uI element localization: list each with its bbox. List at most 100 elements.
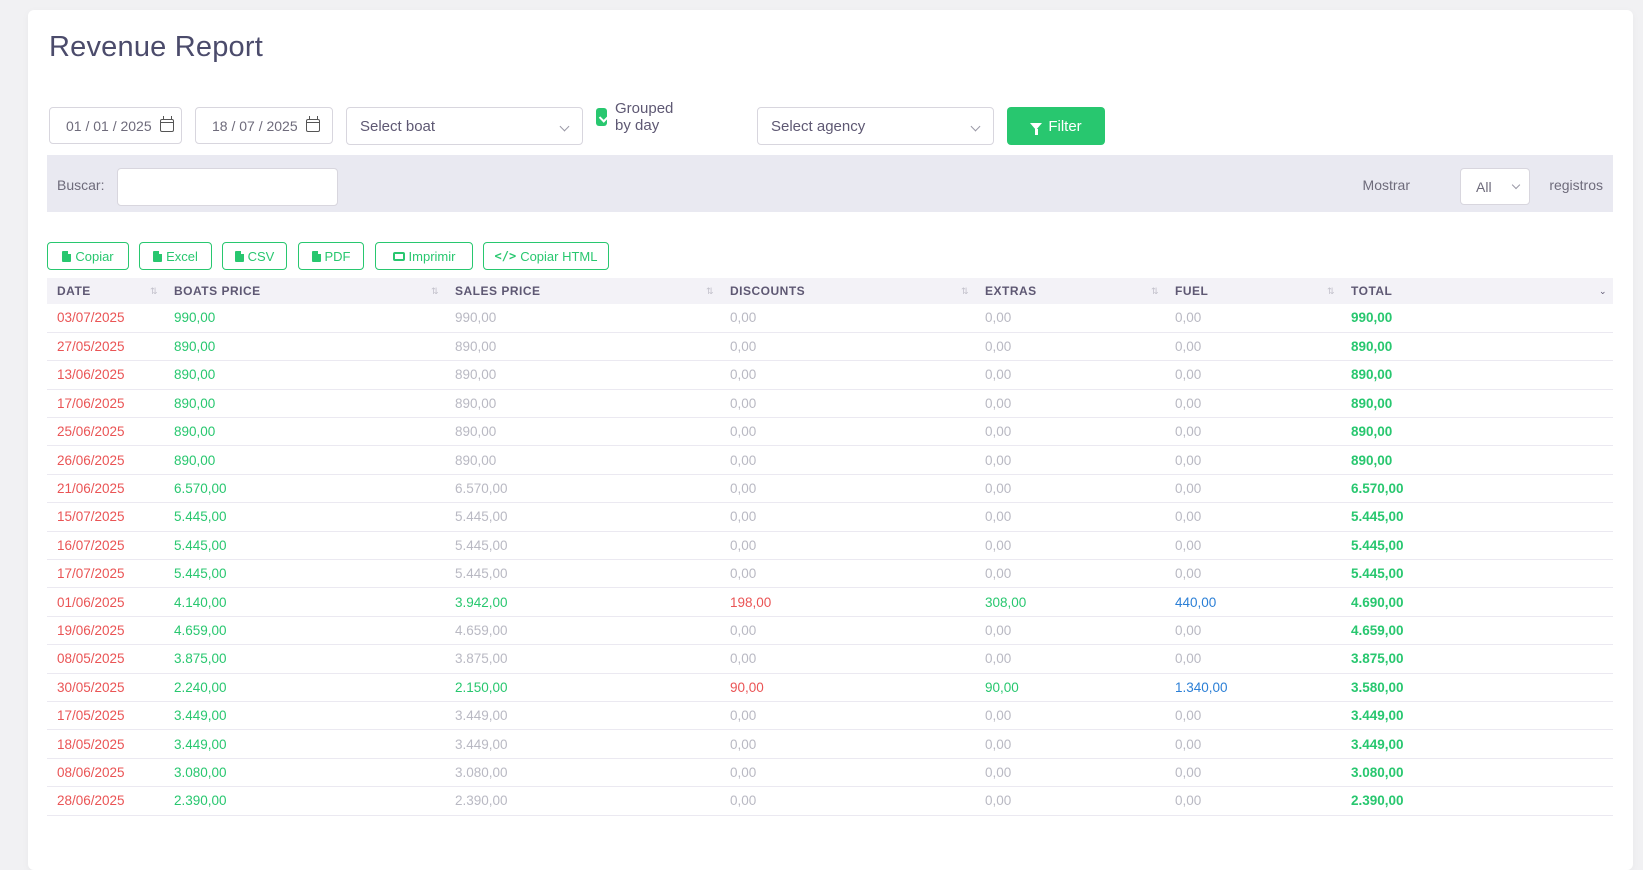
copy-icon [62, 250, 72, 262]
cell-fuel: 0,00 [1165, 502, 1341, 532]
table-row: 13/06/2025 890,00 890,00 0,00 0,00 0,00 890,00 [47, 360, 1613, 390]
cell-total: 890,00 [1341, 360, 1613, 390]
copy-html-button[interactable]: </> Copiar HTML [483, 242, 609, 270]
cell-date: 15/07/2025 [47, 502, 164, 532]
table-toolbar: Buscar: Mostrar All registros [47, 155, 1613, 212]
table-row: 26/06/2025 890,00 890,00 0,00 0,00 0,00 890,00 [47, 445, 1613, 475]
cell-fuel: 0,00 [1165, 360, 1341, 390]
cell-extras: 0,00 [975, 304, 1165, 333]
cell-date: 18/05/2025 [47, 729, 164, 759]
search-input[interactable] [117, 168, 338, 206]
table-row: 19/06/2025 4.659,00 4.659,00 0,00 0,00 0,00 4.… [47, 616, 1613, 646]
cell-boats-price: 4.659,00 [164, 616, 445, 646]
sort-icon: ⇅ [960, 286, 969, 296]
table-row: 15/07/2025 5.445,00 5.445,00 0,00 0,00 0,00 5.… [47, 502, 1613, 532]
report-card: Revenue Report 01 / 01 / 2025 18 / 07 / … [28, 10, 1633, 870]
cell-boats-price: 890,00 [164, 360, 445, 390]
column-header-boats-price[interactable]: BOATS PRICE ⇅ [164, 278, 445, 304]
column-header-fuel[interactable]: FUEL ⇅ [1165, 278, 1341, 304]
table-row: 08/05/2025 3.875,00 3.875,00 0,00 0,00 0,00 3.… [47, 644, 1613, 674]
cell-sales-price: 3.449,00 [445, 729, 720, 759]
page-length-value: All [1476, 178, 1492, 195]
print-button[interactable]: Imprimir [375, 242, 473, 270]
cell-sales-price: 990,00 [445, 304, 720, 333]
column-header-discounts[interactable]: DISCOUNTS ⇅ [720, 278, 975, 304]
cell-fuel: 0,00 [1165, 474, 1341, 504]
cell-date: 08/05/2025 [47, 644, 164, 674]
cell-boats-price: 3.449,00 [164, 701, 445, 731]
cell-fuel: 1.340,00 [1165, 673, 1341, 702]
pdf-button-label: PDF [324, 248, 351, 264]
cell-sales-price: 2.390,00 [445, 786, 720, 816]
grouped-checkbox[interactable] [596, 108, 608, 126]
cell-extras: 90,00 [975, 673, 1165, 702]
cell-discounts: 0,00 [720, 644, 975, 674]
registros-label: registros [1549, 177, 1603, 193]
cell-extras: 0,00 [975, 445, 1165, 475]
table-row: 21/06/2025 6.570,00 6.570,00 0,00 0,00 0,00 6.… [47, 474, 1613, 504]
cell-sales-price: 890,00 [445, 417, 720, 447]
cell-extras: 0,00 [975, 616, 1165, 646]
table-row: 18/05/2025 3.449,00 3.449,00 0,00 0,00 0,00 3.… [47, 729, 1613, 759]
cell-fuel: 0,00 [1165, 445, 1341, 475]
header-label: TOTAL [1351, 284, 1393, 298]
cell-discounts: 0,00 [720, 531, 975, 561]
filter-button[interactable]: Filter [1007, 107, 1105, 145]
page-length-select[interactable]: All [1460, 168, 1530, 205]
cell-boats-price: 4.140,00 [164, 587, 445, 617]
sort-icon: ⇅ [705, 286, 714, 296]
cell-total: 3.080,00 [1341, 758, 1613, 788]
column-header-total[interactable]: TOTAL ⌄ [1341, 278, 1613, 304]
cell-sales-price: 6.570,00 [445, 474, 720, 504]
cell-discounts: 0,00 [720, 701, 975, 731]
column-header-date[interactable]: DATE ⇅ [47, 278, 164, 304]
cell-fuel: 0,00 [1165, 701, 1341, 731]
cell-total: 990,00 [1341, 304, 1613, 333]
cell-sales-price: 4.659,00 [445, 616, 720, 646]
cell-total: 890,00 [1341, 445, 1613, 475]
cell-total: 3.875,00 [1341, 644, 1613, 674]
sort-icon: ⇅ [1150, 286, 1159, 296]
cell-date: 30/05/2025 [47, 673, 164, 702]
cell-boats-price: 890,00 [164, 417, 445, 447]
date-from-input[interactable]: 01 / 01 / 2025 [49, 107, 182, 144]
grouped-by-day-toggle[interactable]: Grouped by day [596, 100, 680, 134]
table-row: 30/05/2025 2.240,00 2.150,00 90,00 90,00 1.34… [47, 673, 1613, 702]
cell-total: 5.445,00 [1341, 502, 1613, 532]
boat-select[interactable]: Select boat [346, 107, 583, 145]
cell-discounts: 0,00 [720, 729, 975, 759]
calendar-icon[interactable] [305, 116, 320, 132]
grouped-label: Grouped by day [615, 100, 674, 134]
cell-boats-price: 3.080,00 [164, 758, 445, 788]
cell-discounts: 198,00 [720, 587, 975, 617]
column-header-extras[interactable]: EXTRAS ⇅ [975, 278, 1165, 304]
table-row: 03/07/2025 990,00 990,00 0,00 0,00 0,00 990,00 [47, 304, 1613, 333]
cell-boats-price: 5.445,00 [164, 502, 445, 532]
cell-date: 21/06/2025 [47, 474, 164, 504]
sort-icon: ⇅ [1326, 286, 1335, 296]
excel-button[interactable]: Excel [139, 242, 212, 270]
cell-fuel: 0,00 [1165, 332, 1341, 362]
csv-button[interactable]: CSV [222, 242, 287, 270]
date-to-input[interactable]: 18 / 07 / 2025 [195, 107, 333, 144]
copy-button[interactable]: Copiar [47, 242, 129, 270]
cell-date: 28/06/2025 [47, 786, 164, 816]
table-header-row: DATE ⇅ BOATS PRICE ⇅ SALES PRICE ⇅ DISCOUNT… [47, 278, 1613, 304]
agency-select[interactable]: Select agency [757, 107, 994, 145]
cell-discounts: 0,00 [720, 758, 975, 788]
calendar-icon[interactable] [159, 116, 174, 132]
header-label: BOATS PRICE [174, 284, 261, 298]
cell-total: 3.580,00 [1341, 673, 1613, 702]
pdf-button[interactable]: PDF [298, 242, 364, 270]
cell-extras: 0,00 [975, 332, 1165, 362]
column-header-sales-price[interactable]: SALES PRICE ⇅ [445, 278, 720, 304]
date-to-value: 18 / 07 / 2025 [212, 117, 298, 134]
cell-discounts: 0,00 [720, 332, 975, 362]
copy-html-button-label: Copiar HTML [520, 248, 598, 264]
cell-total: 6.570,00 [1341, 474, 1613, 504]
cell-extras: 0,00 [975, 389, 1165, 419]
cell-discounts: 0,00 [720, 616, 975, 646]
sort-desc-icon: ⌄ [1598, 286, 1607, 296]
header-label: DISCOUNTS [730, 284, 806, 298]
cell-boats-price: 2.390,00 [164, 786, 445, 816]
